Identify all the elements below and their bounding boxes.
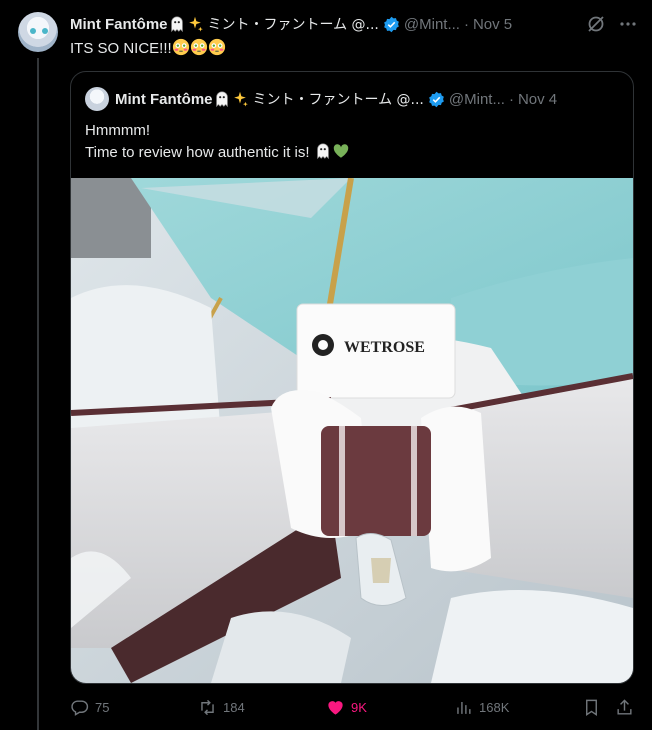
share-icon xyxy=(617,698,632,715)
more-options-icon[interactable] xyxy=(618,14,638,34)
repost-button[interactable]: 184 xyxy=(198,696,245,718)
quoted-author-handle: @Mint... xyxy=(448,90,505,108)
views-icon xyxy=(457,701,471,714)
tweet-date[interactable]: Nov 5 xyxy=(473,16,512,33)
heart-icon xyxy=(328,700,343,715)
quoted-author-name: Mint Fantôme xyxy=(115,90,213,108)
thread-line xyxy=(37,58,39,730)
separator-dot: · xyxy=(463,15,469,33)
quoted-author-extra-name: ミント・ファントーム @... xyxy=(252,92,424,108)
flushed-emoji-icon xyxy=(190,38,207,56)
repost-icon xyxy=(201,699,214,715)
quoted-tweet-date: Nov 4 xyxy=(517,90,558,108)
quoted-text-line-1: Hmmmm! xyxy=(85,122,150,139)
quoted-tweet-text: Hmmmm! Time to review how authentic it i… xyxy=(85,120,350,164)
reply-button[interactable]: 75 xyxy=(70,696,109,718)
share-button[interactable] xyxy=(615,696,640,718)
sparkles-emoji-icon xyxy=(233,91,248,107)
quoted-tweet-header: Mint Fantôme ミント・ファントーム @... @Mint... · … xyxy=(85,87,621,111)
brand-tag-text: WETROSE xyxy=(344,339,425,356)
separator-dot: · xyxy=(508,90,514,108)
grok-icon[interactable] xyxy=(586,14,606,34)
quoted-text-line-2: Time to review how authentic it is! xyxy=(85,144,310,161)
like-button[interactable]: 9K xyxy=(326,696,367,718)
flushed-emoji-icon xyxy=(172,38,189,56)
green-heart-emoji-icon xyxy=(333,144,348,158)
reply-count: 75 xyxy=(95,699,110,715)
quoted-avatar xyxy=(85,87,109,111)
tweet-text: ITS SO NICE!!! xyxy=(70,38,226,57)
ghost-emoji-icon xyxy=(215,91,228,108)
avatar[interactable] xyxy=(18,12,58,52)
verified-badge-icon xyxy=(429,91,444,107)
quoted-tweet-card[interactable]: Mint Fantôme ミント・ファントーム @... @Mint... · … xyxy=(70,71,634,684)
ghost-emoji-icon xyxy=(316,143,329,160)
view-count: 168K xyxy=(479,699,510,715)
quoted-tweet-photo[interactable]: WETROSE xyxy=(71,178,633,683)
tweet-text-content: ITS SO NICE!!! xyxy=(70,40,172,57)
ghost-emoji-icon xyxy=(170,16,183,33)
bookmark-icon xyxy=(586,699,597,716)
quoted-text-line-2-wrap: Time to review how authentic it is! xyxy=(85,142,350,164)
reply-icon xyxy=(71,699,89,716)
tweet-header: Mint Fantôme ミント・ファントーム @... @Mint... · … xyxy=(70,14,636,34)
like-count: 9K xyxy=(351,699,367,715)
author-handle[interactable]: @Mint... xyxy=(404,16,460,33)
verified-badge-icon xyxy=(384,16,399,32)
flushed-emoji-icon xyxy=(208,38,225,56)
tweet-actions: 75 184 9K 168K xyxy=(70,696,640,718)
author-name[interactable]: Mint Fantôme xyxy=(70,16,168,33)
sparkles-emoji-icon xyxy=(188,16,203,32)
views-button[interactable]: 168K xyxy=(454,696,509,718)
repost-count: 184 xyxy=(223,699,245,715)
bookmark-button[interactable] xyxy=(582,696,607,718)
author-extra-name: ミント・ファントーム @... xyxy=(207,17,379,33)
